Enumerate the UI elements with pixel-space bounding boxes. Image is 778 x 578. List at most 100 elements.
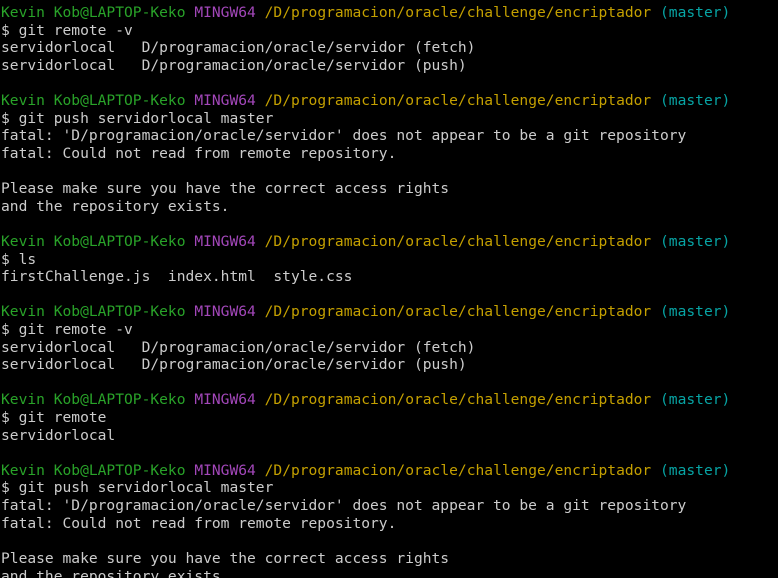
output-line: fatal: Could not read from remote reposi… (1, 515, 778, 533)
prompt-user-host: Kevin Kob@LAPTOP-Keko (1, 4, 186, 21)
prompt-symbol: $ (1, 479, 19, 497)
command-text: git remote -v (18, 21, 133, 39)
output-line: firstChallenge.js index.html style.css (1, 268, 778, 286)
prompt-line: Kevin Kob@LAPTOP-Keko MINGW64 /D/program… (1, 303, 778, 321)
command-text: ls (18, 250, 37, 268)
terminal-block: Kevin Kob@LAPTOP-Keko MINGW64 /D/program… (1, 391, 778, 461)
prompt-cwd: /D/programacion/oracle/challenge/encript… (264, 461, 652, 479)
command-text: git remote -v (18, 320, 133, 338)
prompt-user-host: Kevin Kob@LAPTOP-Keko (1, 232, 186, 250)
prompt-symbol: $ (1, 409, 19, 427)
command-line[interactable]: $ git remote -v (1, 321, 778, 339)
prompt-cwd: /D/programacion/oracle/challenge/encript… (264, 391, 652, 409)
prompt-space-3 (651, 462, 660, 479)
prompt-line: Kevin Kob@LAPTOP-Keko MINGW64 /D/program… (1, 462, 778, 480)
output-line: servidorlocal D/programacion/oracle/serv… (1, 356, 778, 374)
prompt-user-host: Kevin Kob@LAPTOP-Keko (1, 391, 186, 409)
terminal-block: Kevin Kob@LAPTOP-Keko MINGW64 /D/program… (1, 303, 778, 391)
output-line: servidorlocal D/programacion/oracle/serv… (1, 57, 778, 75)
output-text: firstChallenge.js index.html style.css (1, 268, 353, 286)
output-text: fatal: 'D/programacion/oracle/servidor' … (1, 497, 687, 515)
command-line[interactable]: $ git remote -v (1, 22, 778, 40)
prompt-line: Kevin Kob@LAPTOP-Keko MINGW64 /D/program… (1, 92, 778, 110)
output-text: Please make sure you have the correct ac… (1, 180, 450, 198)
prompt-shell-name: MINGW64 (194, 232, 256, 250)
prompt-space-3 (651, 92, 660, 109)
terminal-block: Kevin Kob@LAPTOP-Keko MINGW64 /D/program… (1, 92, 778, 233)
command-line[interactable]: $ git remote (1, 409, 778, 427)
output-text: servidorlocal D/programacion/oracle/serv… (1, 56, 467, 74)
prompt-branch: (master) (660, 303, 731, 321)
prompt-branch: (master) (660, 92, 731, 110)
terminal-block: Kevin Kob@LAPTOP-Keko MINGW64 /D/program… (1, 462, 778, 578)
output-line: servidorlocal D/programacion/oracle/serv… (1, 39, 778, 57)
prompt-line: Kevin Kob@LAPTOP-Keko MINGW64 /D/program… (1, 4, 778, 22)
prompt-space-2 (256, 4, 265, 21)
output-text: Please make sure you have the correct ac… (1, 549, 450, 567)
prompt-space-2 (256, 303, 265, 320)
prompt-space-2 (256, 233, 265, 250)
prompt-symbol: $ (1, 250, 19, 268)
prompt-cwd: /D/programacion/oracle/challenge/encript… (264, 303, 652, 321)
output-text: and the repository exists. (1, 197, 230, 215)
output-text: servidorlocal D/programacion/oracle/serv… (1, 356, 467, 374)
command-line[interactable]: $ ls (1, 251, 778, 269)
prompt-line: Kevin Kob@LAPTOP-Keko MINGW64 /D/program… (1, 391, 778, 409)
output-line: and the repository exists. (1, 568, 778, 578)
prompt-shell-name: MINGW64 (194, 303, 256, 321)
prompt-space-3 (651, 303, 660, 320)
output-text: servidorlocal (1, 426, 116, 444)
prompt-branch: (master) (660, 391, 731, 409)
prompt-symbol: $ (1, 21, 19, 39)
output-line: fatal: Could not read from remote reposi… (1, 145, 778, 163)
output-text: servidorlocal D/programacion/oracle/serv… (1, 338, 476, 356)
command-text: git push servidorlocal master (18, 109, 274, 127)
prompt-line: Kevin Kob@LAPTOP-Keko MINGW64 /D/program… (1, 233, 778, 251)
terminal-screen[interactable]: Kevin Kob@LAPTOP-Keko MINGW64 /D/program… (0, 0, 778, 578)
prompt-user-host: Kevin Kob@LAPTOP-Keko (1, 461, 186, 479)
prompt-shell-name: MINGW64 (194, 92, 256, 110)
output-line: fatal: 'D/programacion/oracle/servidor' … (1, 127, 778, 145)
prompt-space-2 (256, 92, 265, 109)
prompt-shell-name: MINGW64 (194, 4, 256, 21)
command-text: git remote (18, 409, 107, 427)
prompt-symbol: $ (1, 320, 19, 338)
output-text: fatal: 'D/programacion/oracle/servidor' … (1, 127, 687, 145)
output-text: servidorlocal D/programacion/oracle/serv… (1, 39, 476, 57)
command-line[interactable]: $ git push servidorlocal master (1, 479, 778, 497)
output-line: servidorlocal (1, 427, 778, 445)
terminal-block: Kevin Kob@LAPTOP-Keko MINGW64 /D/program… (1, 4, 778, 92)
output-line: servidorlocal D/programacion/oracle/serv… (1, 339, 778, 357)
prompt-space-3 (651, 233, 660, 250)
prompt-space-2 (256, 462, 265, 479)
output-line: Please make sure you have the correct ac… (1, 180, 778, 198)
command-line[interactable]: $ git push servidorlocal master (1, 110, 778, 128)
output-text: fatal: Could not read from remote reposi… (1, 144, 397, 162)
prompt-space-3 (651, 4, 660, 21)
prompt-shell-name: MINGW64 (194, 461, 256, 479)
output-line: fatal: 'D/programacion/oracle/servidor' … (1, 497, 778, 515)
prompt-user-host: Kevin Kob@LAPTOP-Keko (1, 303, 186, 321)
command-text: git push servidorlocal master (18, 479, 274, 497)
output-line: Please make sure you have the correct ac… (1, 550, 778, 568)
prompt-shell-name: MINGW64 (194, 391, 256, 409)
prompt-space-3 (651, 391, 660, 408)
terminal-block: Kevin Kob@LAPTOP-Keko MINGW64 /D/program… (1, 233, 778, 303)
prompt-cwd: /D/programacion/oracle/challenge/encript… (264, 4, 652, 21)
prompt-space-2 (256, 391, 265, 408)
prompt-branch: (master) (660, 461, 731, 479)
prompt-branch: (master) (660, 232, 731, 250)
